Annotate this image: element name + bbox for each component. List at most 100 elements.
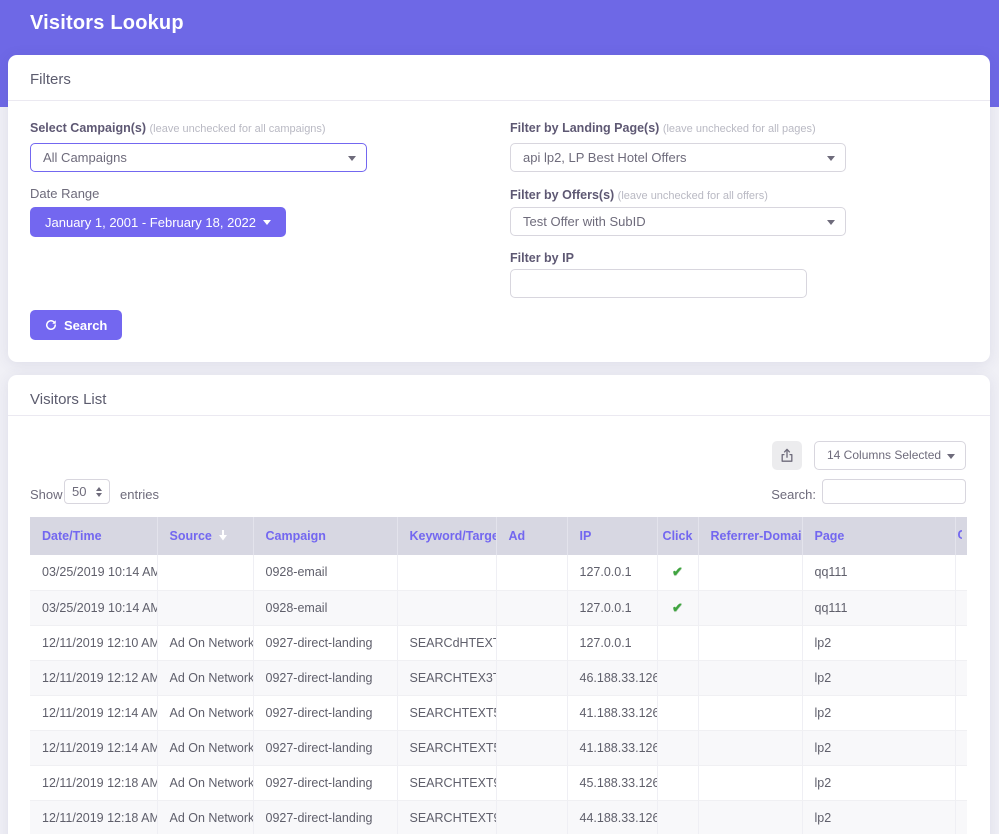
search-button[interactable]: Search: [30, 310, 122, 340]
cell-campaign: 0927-direct-landing: [253, 765, 397, 800]
cell-page: lp2: [802, 695, 955, 730]
offers-select[interactable]: Test Offer with SubID: [510, 207, 846, 236]
visitors-table: Date/TimeSourceCampaignKeyword/TargetAdI…: [30, 517, 967, 834]
cell-keyword-target: [397, 555, 496, 590]
landing-page-select[interactable]: api lp2, LP Best Hotel Offers: [510, 143, 846, 172]
cell-source: Ad On Network: [157, 730, 253, 765]
cell-date-time: 12/11/2019 12:10 AM: [30, 625, 157, 660]
cell-page: lp2: [802, 765, 955, 800]
col-header-source[interactable]: Source: [157, 517, 253, 555]
cell-click: [657, 625, 698, 660]
cell-page: lp2: [802, 625, 955, 660]
cell-source: Ad On Network: [157, 625, 253, 660]
page-size-select[interactable]: 50: [64, 479, 110, 504]
cell-referrer-domain: [698, 730, 802, 765]
chevron-down-icon: [827, 220, 835, 225]
cell-ip: 44.188.33.126: [567, 800, 657, 834]
export-button[interactable]: [772, 441, 802, 470]
cell-ad: [496, 555, 567, 590]
cell-ad: [496, 660, 567, 695]
chevron-down-icon: [348, 156, 356, 161]
cell-referrer-domain: [698, 590, 802, 625]
cell-referrer-domain: [698, 625, 802, 660]
campaign-label: Select Campaign(s) (leave unchecked for …: [30, 121, 326, 135]
cell-ad: [496, 695, 567, 730]
visitors-list-title: Visitors List: [30, 391, 106, 408]
col-header-keyword-target[interactable]: Keyword/Target: [397, 517, 496, 555]
entries-label: entries: [120, 487, 159, 502]
cell-click: [657, 695, 698, 730]
cell-source: [157, 555, 253, 590]
cell-page: lp2: [802, 730, 955, 765]
landing-page-label: Filter by Landing Page(s) (leave uncheck…: [510, 121, 816, 135]
cell-ad: [496, 800, 567, 834]
cell-campaign: 0927-direct-landing: [253, 730, 397, 765]
cell-ip: 45.188.33.126: [567, 765, 657, 800]
cell-keyword-target: SEARCHTEX3T: [397, 660, 496, 695]
cell-campaign: 0927-direct-landing: [253, 695, 397, 730]
cell-page: lp2: [802, 660, 955, 695]
col-header-click[interactable]: Click: [657, 517, 698, 555]
offers-label: Filter by Offers(s) (leave unchecked for…: [510, 188, 768, 202]
cell-ip: 41.188.33.126: [567, 730, 657, 765]
campaign-select[interactable]: All Campaigns: [30, 143, 367, 172]
cell-keyword-target: SEARCHTEXT5: [397, 695, 496, 730]
offers-hint: (leave unchecked for all offers): [618, 190, 768, 202]
cell-date-time: 12/11/2019 12:14 AM: [30, 730, 157, 765]
col-header-ad[interactable]: Ad: [496, 517, 567, 555]
cell-clipped: [955, 765, 967, 800]
cell-ip: 41.188.33.126: [567, 695, 657, 730]
date-range-button[interactable]: January 1, 2001 - February 18, 2022: [30, 207, 286, 237]
cell-source: Ad On Network: [157, 765, 253, 800]
table-row: 12/11/2019 12:10 AMAd On Network0927-dir…: [30, 625, 967, 660]
cell-ad: [496, 730, 567, 765]
col-header-clipped[interactable]: C: [955, 517, 967, 555]
cell-page: qq111: [802, 590, 955, 625]
click-check-icon: ✔: [672, 564, 683, 579]
divider: [8, 100, 990, 101]
table-row: 12/11/2019 12:18 AMAd On Network0927-dir…: [30, 800, 967, 834]
cell-campaign: 0928-email: [253, 555, 397, 590]
table-search-input[interactable]: [822, 479, 966, 504]
cell-date-time: 12/11/2019 12:18 AM: [30, 765, 157, 800]
cell-campaign: 0927-direct-landing: [253, 625, 397, 660]
table-row: 12/11/2019 12:14 AMAd On Network0927-dir…: [30, 695, 967, 730]
col-header-ip[interactable]: IP: [567, 517, 657, 555]
cell-referrer-domain: [698, 660, 802, 695]
col-header-referrer-domain[interactable]: Referrer-Domain: [698, 517, 802, 555]
cell-click: [657, 730, 698, 765]
col-header-page[interactable]: Page: [802, 517, 955, 555]
filters-title: Filters: [30, 71, 71, 88]
export-upload-icon: [780, 448, 794, 463]
cell-ip: 127.0.0.1: [567, 625, 657, 660]
divider: [8, 415, 990, 416]
table-row: 03/25/2019 10:14 AM0928-email127.0.0.1✔q…: [30, 555, 967, 590]
cell-keyword-target: SEARCHTEXT9: [397, 800, 496, 834]
cell-ad: [496, 590, 567, 625]
cell-date-time: 12/11/2019 12:18 AM: [30, 800, 157, 834]
ip-filter-input[interactable]: [510, 269, 807, 298]
cell-keyword-target: [397, 590, 496, 625]
campaign-hint: (leave unchecked for all campaigns): [150, 123, 326, 135]
cell-referrer-domain: [698, 765, 802, 800]
show-label: Show: [30, 487, 63, 502]
cell-click: ✔: [657, 555, 698, 590]
visitors-list-card: Visitors List 14 Columns Selected Show 5…: [8, 375, 990, 834]
refresh-icon: [45, 319, 57, 331]
sort-descending-icon: [218, 530, 228, 544]
columns-selected-dropdown[interactable]: 14 Columns Selected: [814, 441, 966, 470]
col-header-date-time[interactable]: Date/Time: [30, 517, 157, 555]
filters-card: Filters Select Campaign(s) (leave unchec…: [8, 55, 990, 362]
click-check-icon: ✔: [672, 600, 683, 615]
cell-keyword-target: SEARCHTEXT5: [397, 730, 496, 765]
cell-source: Ad On Network: [157, 800, 253, 834]
cell-date-time: 12/11/2019 12:12 AM: [30, 660, 157, 695]
col-header-campaign[interactable]: Campaign: [253, 517, 397, 555]
cell-ip: 46.188.33.126: [567, 660, 657, 695]
filter-by-ip-label: Filter by IP: [510, 251, 574, 265]
table-row: 12/11/2019 12:12 AMAd On Network0927-dir…: [30, 660, 967, 695]
cell-clipped: [955, 590, 967, 625]
cell-clipped: [955, 625, 967, 660]
cell-keyword-target: SEARCdHTEXT: [397, 625, 496, 660]
cell-clipped: [955, 695, 967, 730]
